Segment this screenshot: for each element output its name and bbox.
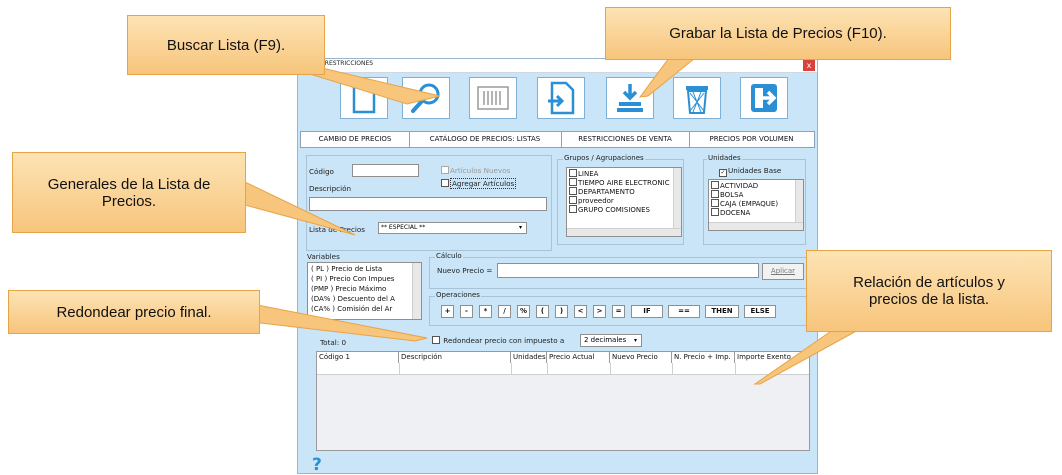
grabar-pointer bbox=[638, 53, 702, 98]
callout-redondear: Redondear precio final. bbox=[8, 290, 260, 334]
callout-buscar: Buscar Lista (F9). bbox=[127, 15, 325, 75]
generales-pointer bbox=[244, 181, 356, 236]
callout-generales: Generales de la Lista de Precios. bbox=[12, 152, 246, 233]
redondear-pointer bbox=[251, 303, 428, 342]
callout-relacion: Relación de artículos y precios de la li… bbox=[806, 250, 1052, 332]
callout-grabar: Grabar la Lista de Precios (F10). bbox=[605, 7, 951, 60]
